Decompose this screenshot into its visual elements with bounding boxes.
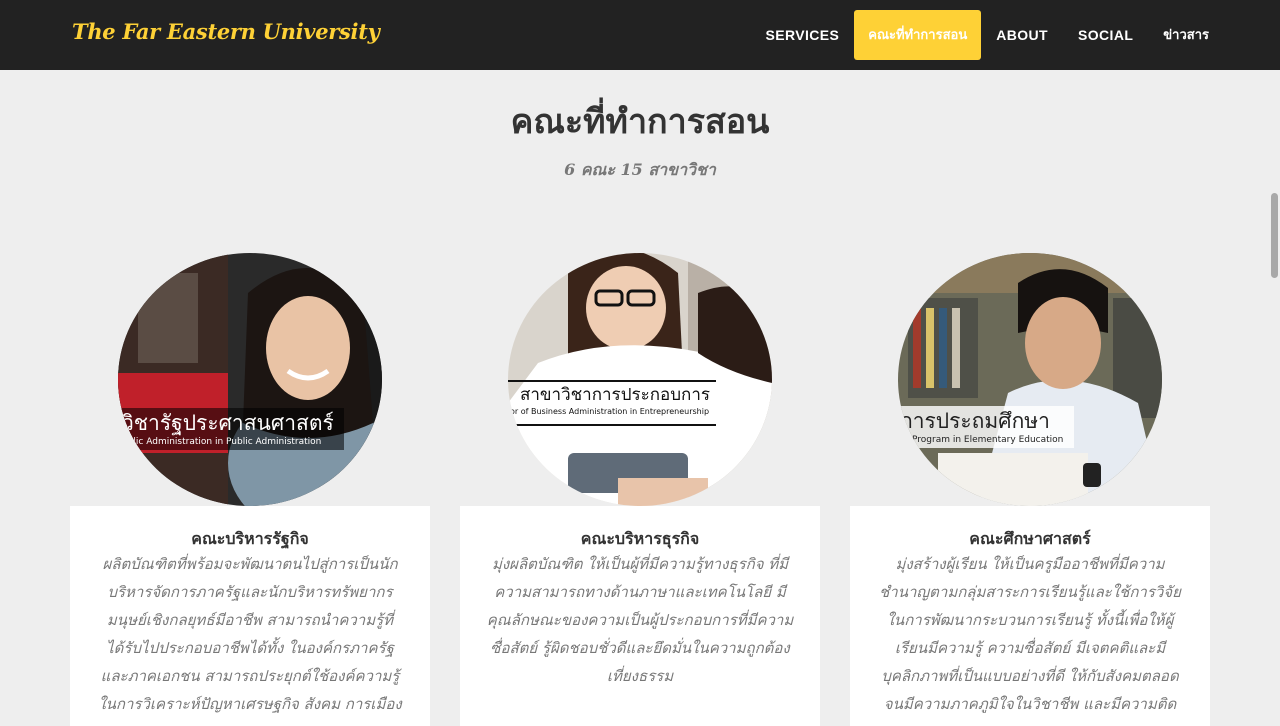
faculty-image-subtitle: or of Business Administration in Entrepr…: [510, 407, 710, 416]
scrollbar-thumb[interactable]: [1271, 193, 1278, 278]
divider: [508, 424, 716, 426]
description-line: ในการพัฒนากระบวนการเรียนรู้ ทั้งนี้เพื่อ…: [886, 611, 1174, 629]
faculty-name: คณะบริหารรัฐกิจ: [191, 529, 309, 548]
nav-menu: SERVICES คณะที่ทำการสอน ABOUT SOCIAL ข่า…: [751, 10, 1225, 60]
description-line: ชำนาญตามกลุ่มสาระการเรียนรู้และใช้การวิจ…: [879, 583, 1181, 601]
faculty-image-title: วิชารัฐประศาสนศาสตร์: [122, 411, 334, 435]
faculty-image-label: สาขาวิชาการประกอบการ or of Business Admi…: [510, 384, 711, 418]
description-line: เรียนมีความรู้ ความซื่อสัตย์ มีเจตคติและ…: [894, 639, 1166, 657]
description-line: ซื่อสัตย์ รู้ผิดชอบชั่วดีและยึดมั่นในควา…: [490, 639, 790, 657]
nav-item-about[interactable]: ABOUT: [981, 10, 1063, 60]
section-subheading: 6 คณะ 15 สาขาวิชา: [564, 160, 716, 179]
faculty-image-label: วิชารัฐประศาสนศาสตร์ ublic Administratio…: [118, 408, 344, 450]
faculty-description: มุ่งผลิตบัณฑิต ให้เป็นผู้ที่มีความรู้ทาง…: [484, 550, 796, 690]
brand-logo-link[interactable]: The Far Eastern University: [72, 19, 380, 44]
nav-item-social[interactable]: SOCIAL: [1063, 10, 1148, 60]
faculty-card: คณะบริหารธุรกิจ มุ่งผลิตบัณฑิต ให้เป็นผู…: [460, 506, 820, 726]
description-line: ได้รับไปประกอบอาชีพได้ทั้ง ในองค์กรภาครั…: [106, 639, 394, 657]
faculty-card: คณะบริหารรัฐกิจ ผลิตบัณฑิตที่พร้อมจะพัฒน…: [70, 506, 430, 726]
description-line: มุ่งผลิตบัณฑิต ให้เป็นผู้ที่มีความรู้ทาง…: [491, 555, 789, 573]
photo-student-reading: [898, 253, 1162, 506]
description-line: ความสามารถทางด้านภาษาและเทคโนโลยี มี: [494, 583, 786, 601]
faculty-image-education[interactable]: การประถมศึกษา Program in Elementary Educ…: [898, 253, 1162, 506]
section-heading: คณะที่ทำการสอน: [510, 102, 770, 142]
description-line: มุ่งสร้างผู้เรียน ให้เป็นครูมืออาชีพที่ม…: [895, 555, 1165, 573]
description-line: บริหารจัดการภาครัฐและนักบริหารทรัพยากร: [107, 583, 393, 601]
faculty-image-title: สาขาวิชาการประกอบการ: [520, 385, 711, 405]
description-line: คุณลักษณะของความเป็นผู้ประกอบการที่มีควา…: [486, 611, 794, 629]
description-line: ในการวิเคราะห์ปัญหาเศรษฐกิจ สังคม การเมื…: [98, 695, 402, 713]
faculty-description: ผลิตบัณฑิตที่พร้อมจะพัฒนาตนไปสู่การเป็นน…: [94, 550, 406, 718]
nav-item-services[interactable]: SERVICES: [751, 10, 855, 60]
description-line: และภาคเอกชน สามารถประยุกต์ใช้องค์ความรู้: [100, 667, 400, 685]
nav-item-faculties[interactable]: คณะที่ทำการสอน: [854, 10, 982, 60]
nav-item-news[interactable]: ข่าวสาร: [1148, 10, 1224, 60]
faculty-image-subtitle: ublic Administration in Public Administr…: [122, 437, 322, 447]
description-line: บุคลิกภาพที่เป็นแบบอย่างที่ดี ให้กับสังค…: [881, 667, 1179, 685]
faculty-image-label: การประถมศึกษา Program in Elementary Educ…: [898, 406, 1074, 448]
description-line: จนมีความภาคภูมิใจในวิชาชีพ และมีความติด: [883, 695, 1177, 713]
divider: [508, 380, 716, 382]
faculty-card: คณะศึกษาศาสตร์ มุ่งสร้างผู้เรียน ให้เป็น…: [850, 506, 1210, 726]
photo-student-smiling: [118, 253, 382, 506]
faculty-image-public-administration[interactable]: วิชารัฐประศาสนศาสตร์ ublic Administratio…: [118, 253, 382, 506]
description-line: ผลิตบัณฑิตที่พร้อมจะพัฒนาตนไปสู่การเป็นน…: [102, 555, 398, 573]
faculty-description: มุ่งสร้างผู้เรียน ให้เป็นครูมืออาชีพที่ม…: [874, 550, 1186, 718]
faculty-name: คณะบริหารธุรกิจ: [580, 529, 700, 548]
description-line: เที่ยงธรรม: [606, 667, 674, 685]
faculty-image-subtitle: Program in Elementary Education: [912, 435, 1064, 445]
faculty-image-title: การประถมศึกษา: [900, 409, 1050, 433]
faculty-image-business-administration[interactable]: สาขาวิชาการประกอบการ or of Business Admi…: [508, 253, 772, 506]
faculty-name: คณะศึกษาศาสตร์: [969, 529, 1091, 548]
navbar: The Far Eastern University SERVICES คณะท…: [0, 0, 1280, 70]
description-line: มนุษย์เชิงกลยุทธ์มีอาชีพ สามารถนำความรู้…: [106, 611, 394, 629]
